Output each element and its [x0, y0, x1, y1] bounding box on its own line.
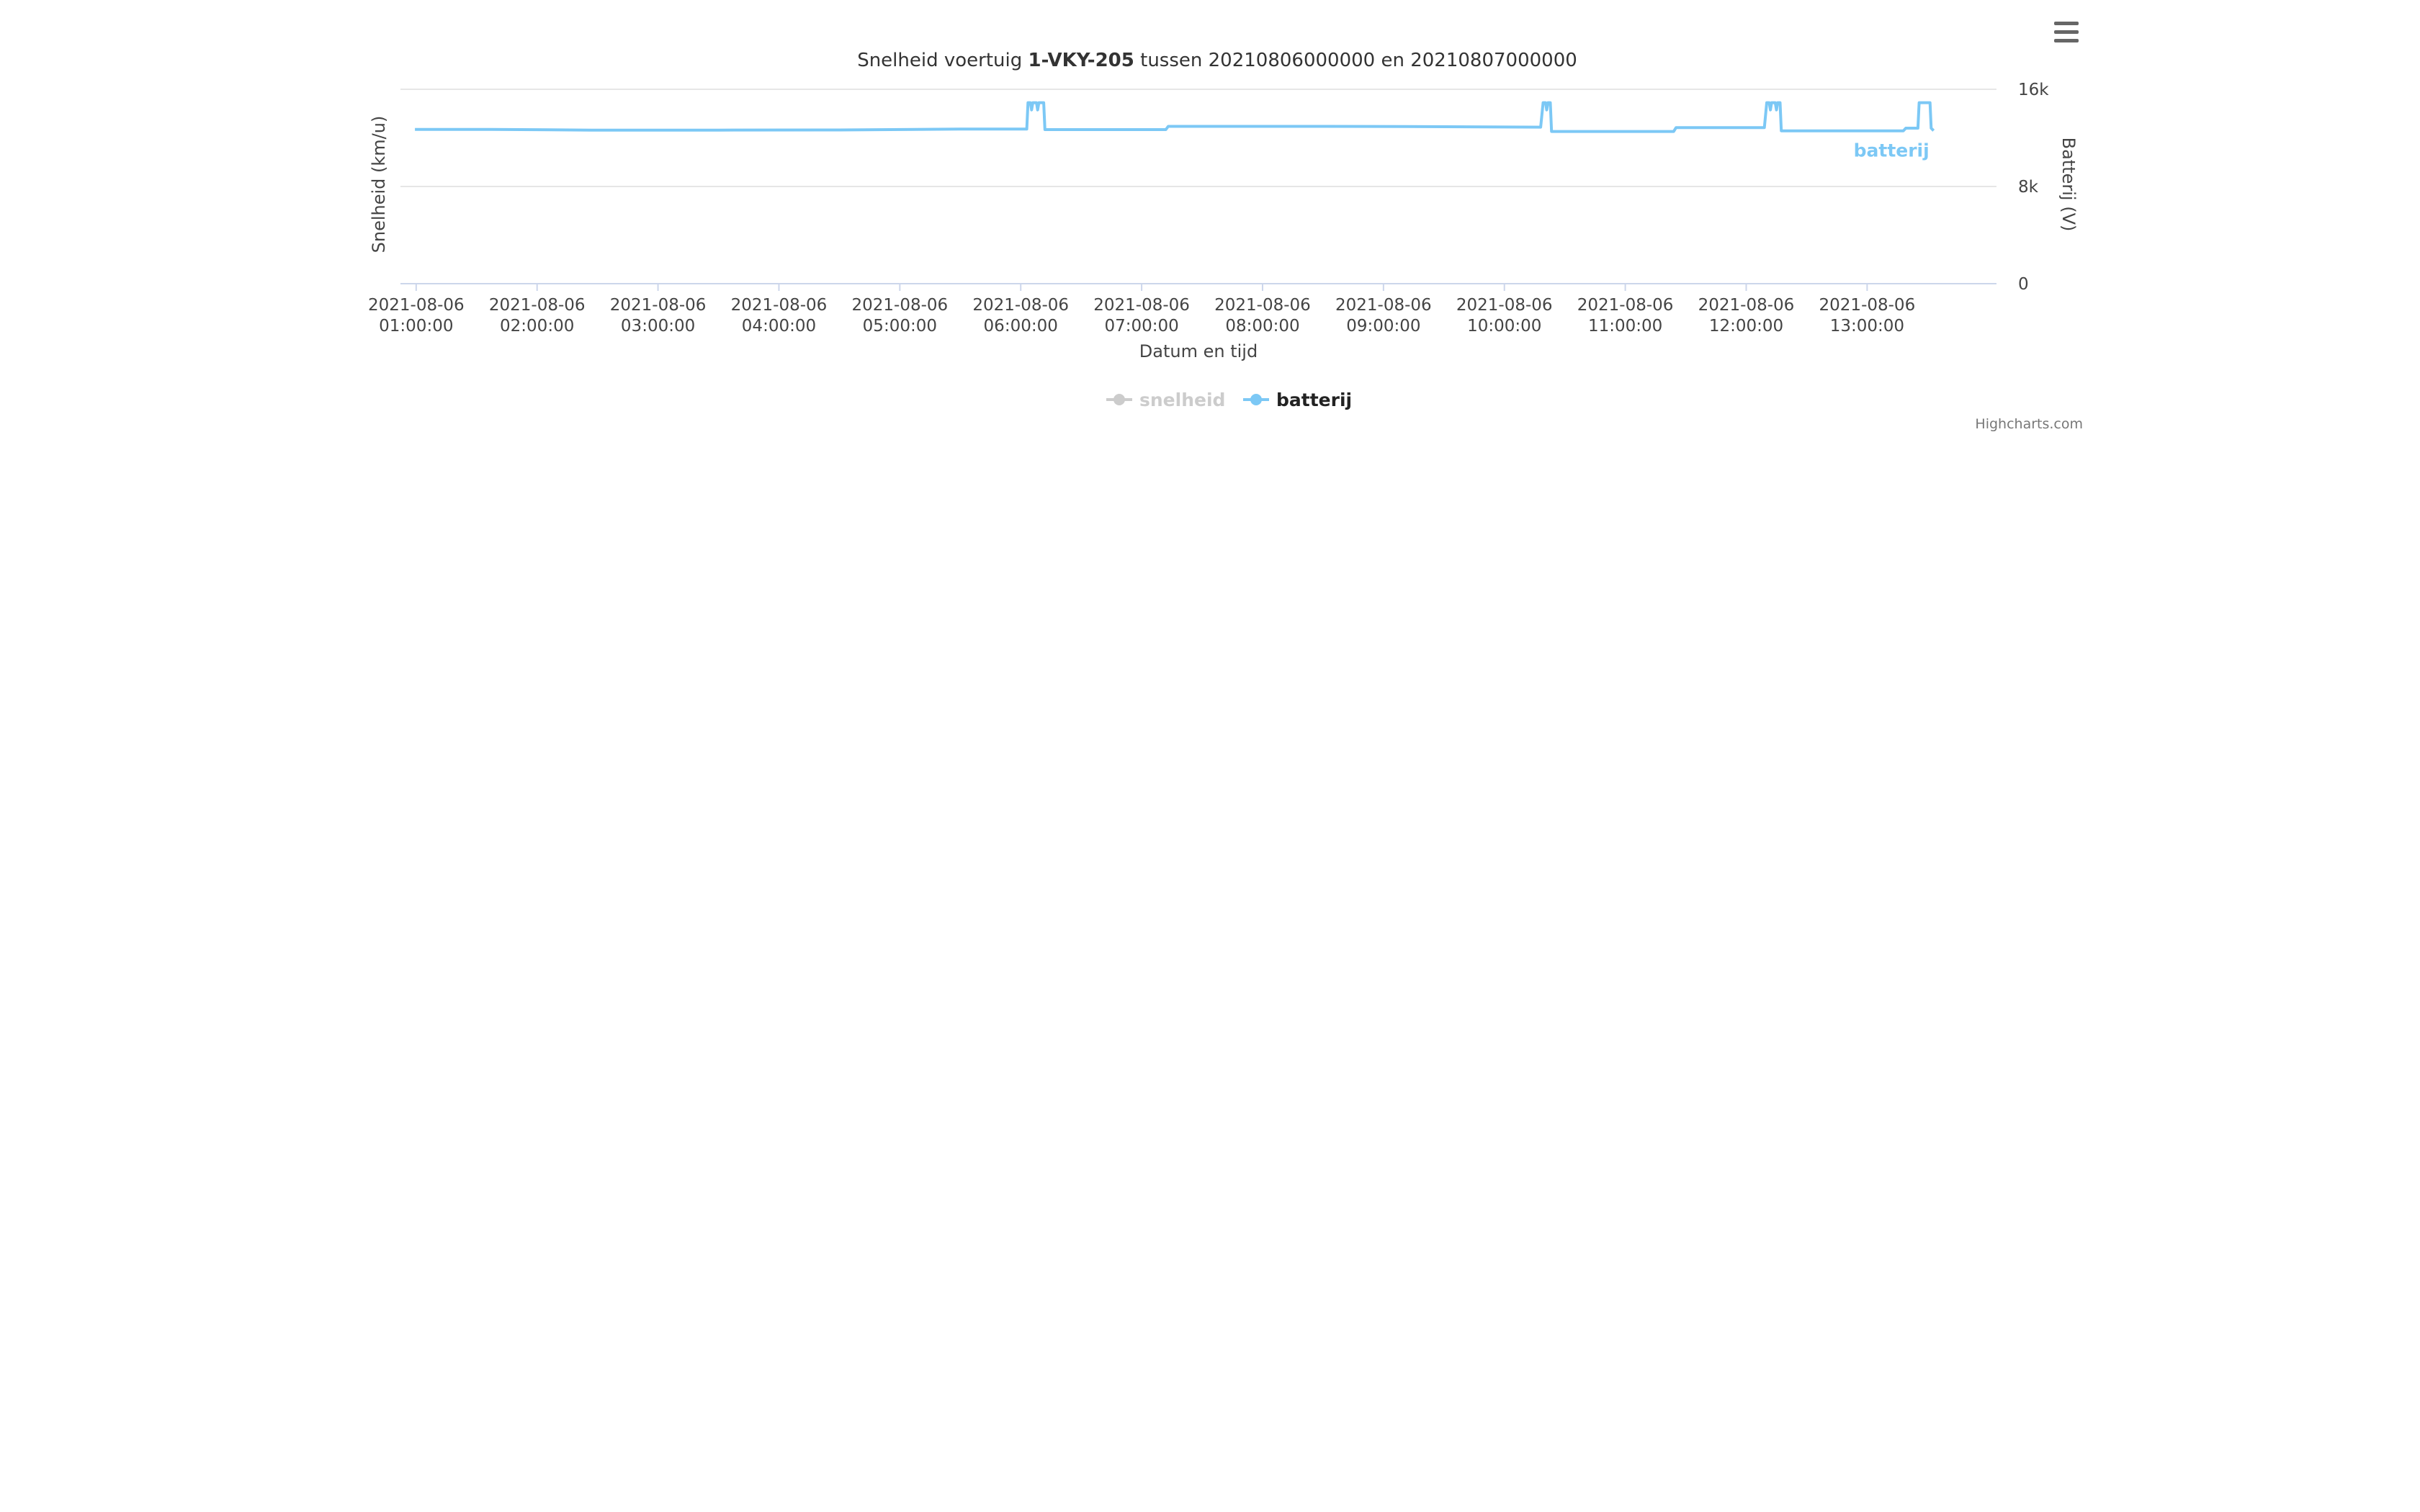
hamburger-menu-icon[interactable] — [2050, 17, 2083, 48]
x-tick-time: 04:00:00 — [742, 317, 816, 336]
x-tick-date: 2021-08-06 — [489, 296, 586, 315]
x-tick-label: 2021-08-06 07:00:00 — [1093, 296, 1190, 336]
x-tick-date: 2021-08-06 — [731, 296, 828, 315]
title-vehicle: 1-VKY-205 — [1028, 50, 1134, 71]
credits-link[interactable]: Highcharts.com — [1975, 416, 2083, 432]
y-tick-label: 0 — [2018, 275, 2029, 294]
x-tick-date: 2021-08-06 — [1335, 296, 1432, 315]
legend-marker — [1250, 394, 1262, 405]
x-tick-date: 2021-08-06 — [1698, 296, 1795, 315]
series-line-batterij[interactable] — [415, 101, 1935, 133]
legend-marker — [1113, 394, 1125, 405]
y-tick-label: 8k — [2018, 178, 2039, 197]
x-tick-label: 2021-08-06 08:00:00 — [1214, 296, 1311, 336]
x-tick-time: 12:00:00 — [1709, 317, 1783, 336]
x-tick-date: 2021-08-06 — [972, 296, 1069, 315]
x-tick-date: 2021-08-06 — [1577, 296, 1674, 315]
y-axis-right-title: Batterij (V) — [2058, 138, 2079, 232]
x-tick-time: 05:00:00 — [863, 317, 937, 336]
x-tick-label: 2021-08-06 03:00:00 — [610, 296, 707, 336]
x-tick-label: 2021-08-06 05:00:00 — [852, 296, 949, 336]
x-tick-time: 08:00:00 — [1225, 317, 1299, 336]
title-prefix: Snelheid voertuig — [857, 50, 1028, 71]
x-tick-time: 09:00:00 — [1346, 317, 1420, 336]
x-tick-label: 2021-08-06 04:00:00 — [731, 296, 828, 336]
x-tick-time: 10:00:00 — [1467, 317, 1541, 336]
x-tick-time: 01:00:00 — [379, 317, 453, 336]
title-suffix: tussen 20210806000000 en 20210807000000 — [1134, 50, 1577, 71]
x-tick-time: 11:00:00 — [1588, 317, 1662, 336]
x-tick-time: 03:00:00 — [621, 317, 695, 336]
chart: Snelheid voertuig 1-VKY-205 tussen 20210… — [368, 17, 2083, 432]
y-axis-left-title: Snelheid (km/u) — [369, 116, 389, 253]
x-axis: 2021-08-06 01:00:002021-08-06 02:00:002021… — [368, 283, 1996, 336]
series-area: batterij — [415, 101, 1935, 161]
legend-item-batterij[interactable]: batterij — [1243, 390, 1352, 410]
x-tick-label: 2021-08-06 13:00:00 — [1819, 296, 1916, 336]
x-tick-label: 2021-08-06 06:00:00 — [972, 296, 1069, 336]
x-tick-label: 2021-08-06 10:00:00 — [1456, 296, 1553, 336]
x-tick-time: 13:00:00 — [1830, 317, 1904, 336]
legend-label: batterij — [1276, 390, 1352, 410]
x-tick-time: 02:00:00 — [500, 317, 574, 336]
x-tick-label: 2021-08-06 11:00:00 — [1577, 296, 1674, 336]
x-tick-label: 2021-08-06 01:00:00 — [368, 296, 465, 336]
legend: snelheid batterij — [1106, 390, 1352, 410]
x-tick-time: 06:00:00 — [984, 317, 1058, 336]
x-tick-date: 2021-08-06 — [852, 296, 949, 315]
x-tick-label: 2021-08-06 09:00:00 — [1335, 296, 1432, 336]
x-tick-date: 2021-08-06 — [1819, 296, 1916, 315]
series-end-label: batterij — [1854, 140, 1930, 161]
x-tick-label: 2021-08-06 02:00:00 — [489, 296, 586, 336]
x-tick-date: 2021-08-06 — [610, 296, 707, 315]
x-tick-date: 2021-08-06 — [1456, 296, 1553, 315]
x-tick-date: 2021-08-06 — [368, 296, 465, 315]
x-tick-label: 2021-08-06 12:00:00 — [1698, 296, 1795, 336]
chart-title: Snelheid voertuig 1-VKY-205 tussen 20210… — [857, 50, 1577, 71]
x-tick-time: 07:00:00 — [1104, 317, 1178, 336]
y-axis-right: 0 8k 16k — [2018, 81, 2049, 294]
grid-lines — [400, 89, 1996, 187]
legend-item-snelheid[interactable]: snelheid — [1106, 390, 1225, 410]
x-tick-date: 2021-08-06 — [1214, 296, 1311, 315]
x-tick-date: 2021-08-06 — [1093, 296, 1190, 315]
x-axis-title: Datum en tijd — [1139, 341, 1258, 361]
y-tick-label: 16k — [2018, 81, 2049, 99]
legend-label: snelheid — [1139, 390, 1225, 410]
